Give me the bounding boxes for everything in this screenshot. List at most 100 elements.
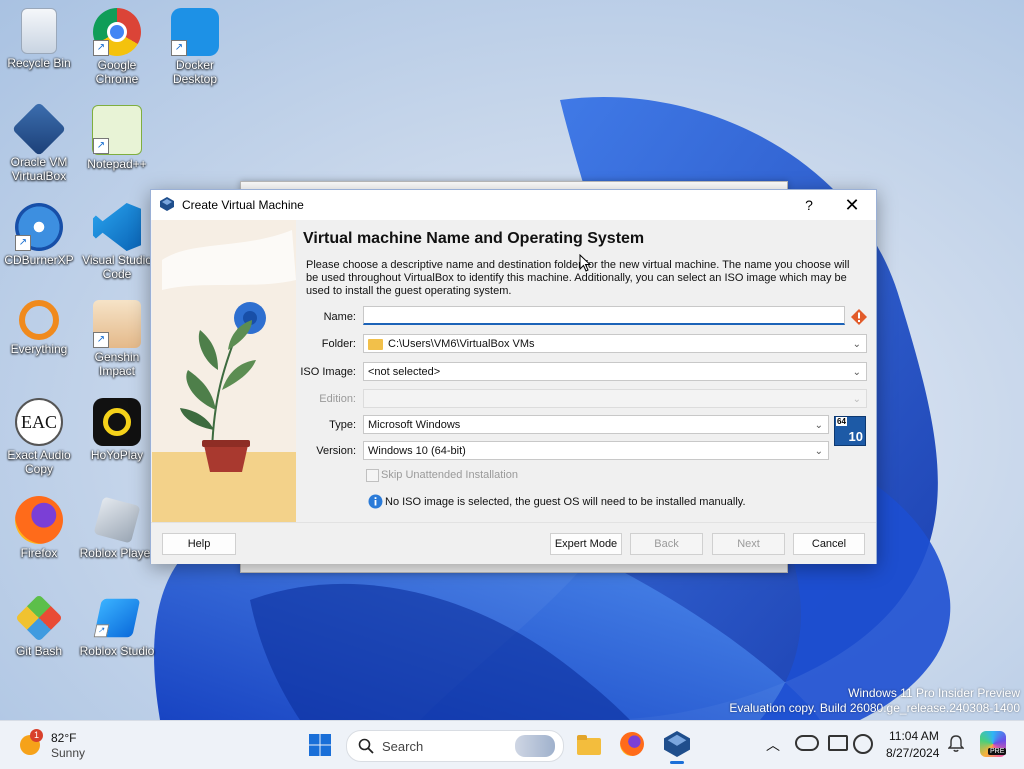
dialog-titlebar: Create Virtual Machine ? ✕ <box>151 190 876 220</box>
help-title-button[interactable]: ? <box>797 194 821 216</box>
chevron-down-icon: ⌄ <box>852 367 861 378</box>
shortcut-arrow-icon: ↗ <box>171 40 187 56</box>
windows-10-os-icon: 64 10 <box>834 416 866 446</box>
desktop-icon-everything[interactable]: Everything <box>1 300 77 356</box>
search-icon <box>358 738 374 754</box>
version-select[interactable]: Windows 10 (64-bit) ⌄ <box>363 441 829 460</box>
expert-mode-button[interactable]: Expert Mode <box>550 533 622 555</box>
desktop-icon-label: Exact Audio Copy <box>7 448 71 476</box>
warning-icon <box>851 309 867 325</box>
iso-info-message: No ISO image is selected, the guest OS w… <box>385 496 746 508</box>
help-button[interactable]: Help <box>162 533 236 555</box>
folder-icon <box>368 339 383 350</box>
desktop-icon-genshin[interactable]: ↗ Genshin Impact <box>79 300 155 378</box>
firefox-icon <box>15 496 63 544</box>
desktop-icon-hoyoplay[interactable]: HoYoPlay <box>79 398 155 462</box>
taskbar: 1 82°F Sunny Search ︿ 11:04 AM 8/27/2024… <box>0 720 1024 769</box>
dialog-footer: Help Expert Mode Back Next Cancel <box>151 522 876 564</box>
chevron-down-icon: ⌄ <box>852 339 861 350</box>
virtualbox-taskbar-button[interactable] <box>664 731 690 764</box>
evaluation-watermark-line2: Evaluation copy. Build 26080.ge_release.… <box>729 701 1020 715</box>
weather-desc: Sunny <box>51 746 86 760</box>
desktop-icon-docker[interactable]: ↗ Docker Desktop <box>157 8 233 86</box>
shortcut-arrow-icon: ↗ <box>93 332 109 348</box>
desktop-icon-notepadpp[interactable]: ↗ Notepad++ <box>79 105 155 171</box>
name-label: Name: <box>323 311 356 323</box>
desktop-icon-label: Genshin Impact <box>94 350 140 378</box>
folder-icon <box>577 738 601 755</box>
search-highlight-icon <box>515 735 555 757</box>
name-input[interactable] <box>363 306 845 325</box>
desktop-icon-label: Visual Studio Code <box>82 253 152 281</box>
desktop-icon-vscode[interactable]: Visual Studio Code <box>79 203 155 281</box>
desktop-icon-cdburnerxp[interactable]: ↗ CDBurnerXP <box>1 203 77 267</box>
cancel-button[interactable]: Cancel <box>793 533 865 555</box>
cdburner-icon: ↗ <box>15 203 63 251</box>
start-button[interactable] <box>308 733 332 757</box>
notification-bell-icon[interactable] <box>948 735 964 753</box>
page-heading: Virtual machine Name and Operating Syste… <box>303 230 645 247</box>
iso-image-select[interactable]: <not selected> ⌄ <box>363 362 867 381</box>
onedrive-icon[interactable] <box>795 735 819 751</box>
desktop-icon-label: Notepad++ <box>87 157 147 171</box>
search-placeholder: Search <box>382 739 424 754</box>
wizard-illustration <box>152 220 296 522</box>
roblox-studio-icon: ↗ <box>93 598 141 638</box>
edition-label: Edition: <box>319 393 356 405</box>
edition-select: ⌄ <box>363 389 867 408</box>
iso-image-value: <not selected> <box>368 366 441 378</box>
desktop-icon-label: Roblox Player <box>79 546 155 560</box>
mouse-cursor-icon <box>579 254 591 272</box>
desktop-icon-eac[interactable]: EAC Exact Audio Copy <box>1 398 77 476</box>
info-icon <box>368 494 383 509</box>
desktop-icon-chrome[interactable]: ↗ Google Chrome <box>79 8 155 86</box>
create-vm-dialog: Create Virtual Machine ? ✕ Virtual machi… <box>150 189 877 564</box>
display-icon[interactable] <box>828 735 848 751</box>
windows-logo-icon <box>309 734 331 756</box>
desktop-icon-git-bash[interactable]: Git Bash <box>1 594 77 658</box>
roblox-player-icon <box>93 496 141 544</box>
virtualbox-icon <box>664 731 690 757</box>
desktop-icon-label: HoYoPlay <box>90 448 144 462</box>
file-explorer-taskbar-button[interactable] <box>576 733 602 757</box>
desktop-icon-label: Google Chrome <box>95 58 139 86</box>
virtualbox-icon <box>11 101 67 157</box>
active-app-indicator <box>670 761 684 764</box>
hoyoplay-icon <box>93 398 141 446</box>
weather-temp: 82°F <box>51 731 77 745</box>
next-button[interactable]: Next <box>712 533 785 555</box>
clock-time[interactable]: 11:04 AM <box>889 729 939 743</box>
type-select[interactable]: Microsoft Windows ⌄ <box>363 415 829 434</box>
firefox-taskbar-button[interactable] <box>620 732 644 756</box>
folder-select[interactable]: C:\Users\VM6\VirtualBox VMs ⌄ <box>363 334 867 353</box>
desktop-icon-virtualbox[interactable]: Oracle VM VirtualBox <box>1 101 77 183</box>
eac-icon: EAC <box>15 398 63 446</box>
shortcut-arrow-icon: ↗ <box>93 138 109 154</box>
vscode-icon <box>93 203 141 251</box>
desktop-icon-roblox-studio[interactable]: ↗ Roblox Studio <box>79 594 155 658</box>
clock-date[interactable]: 8/27/2024 <box>886 746 939 760</box>
copilot-button[interactable]: PRE <box>980 731 1007 757</box>
back-button[interactable]: Back <box>630 533 703 555</box>
git-bash-icon <box>15 594 63 642</box>
desktop-icon-label: Git Bash <box>15 644 63 658</box>
virtualbox-icon <box>160 197 174 211</box>
chrome-icon: ↗ <box>93 8 141 56</box>
show-hidden-icons-chevron[interactable]: ︿ <box>766 735 780 755</box>
desktop-icon-recycle-bin[interactable]: Recycle Bin <box>1 8 77 70</box>
preview-badge: PRE <box>988 748 1007 755</box>
desktop-icon-firefox[interactable]: Firefox <box>1 496 77 560</box>
network-icon[interactable] <box>853 734 873 754</box>
skip-unattended-checkbox[interactable] <box>366 469 379 482</box>
taskbar-search-box[interactable]: Search <box>346 730 564 762</box>
type-value: Microsoft Windows <box>368 419 461 431</box>
os-bits-label: 64 <box>836 417 847 426</box>
desktop-icon-label: Docker Desktop <box>172 58 218 86</box>
chevron-down-icon: ⌄ <box>814 420 823 431</box>
plant-illustration <box>152 230 296 522</box>
shortcut-arrow-icon: ↗ <box>93 40 109 56</box>
everything-icon <box>19 300 59 340</box>
weather-widget[interactable]: 1 82°F Sunny <box>14 727 104 763</box>
close-button[interactable]: ✕ <box>839 193 865 217</box>
desktop-icon-roblox-player[interactable]: Roblox Player <box>79 496 155 560</box>
